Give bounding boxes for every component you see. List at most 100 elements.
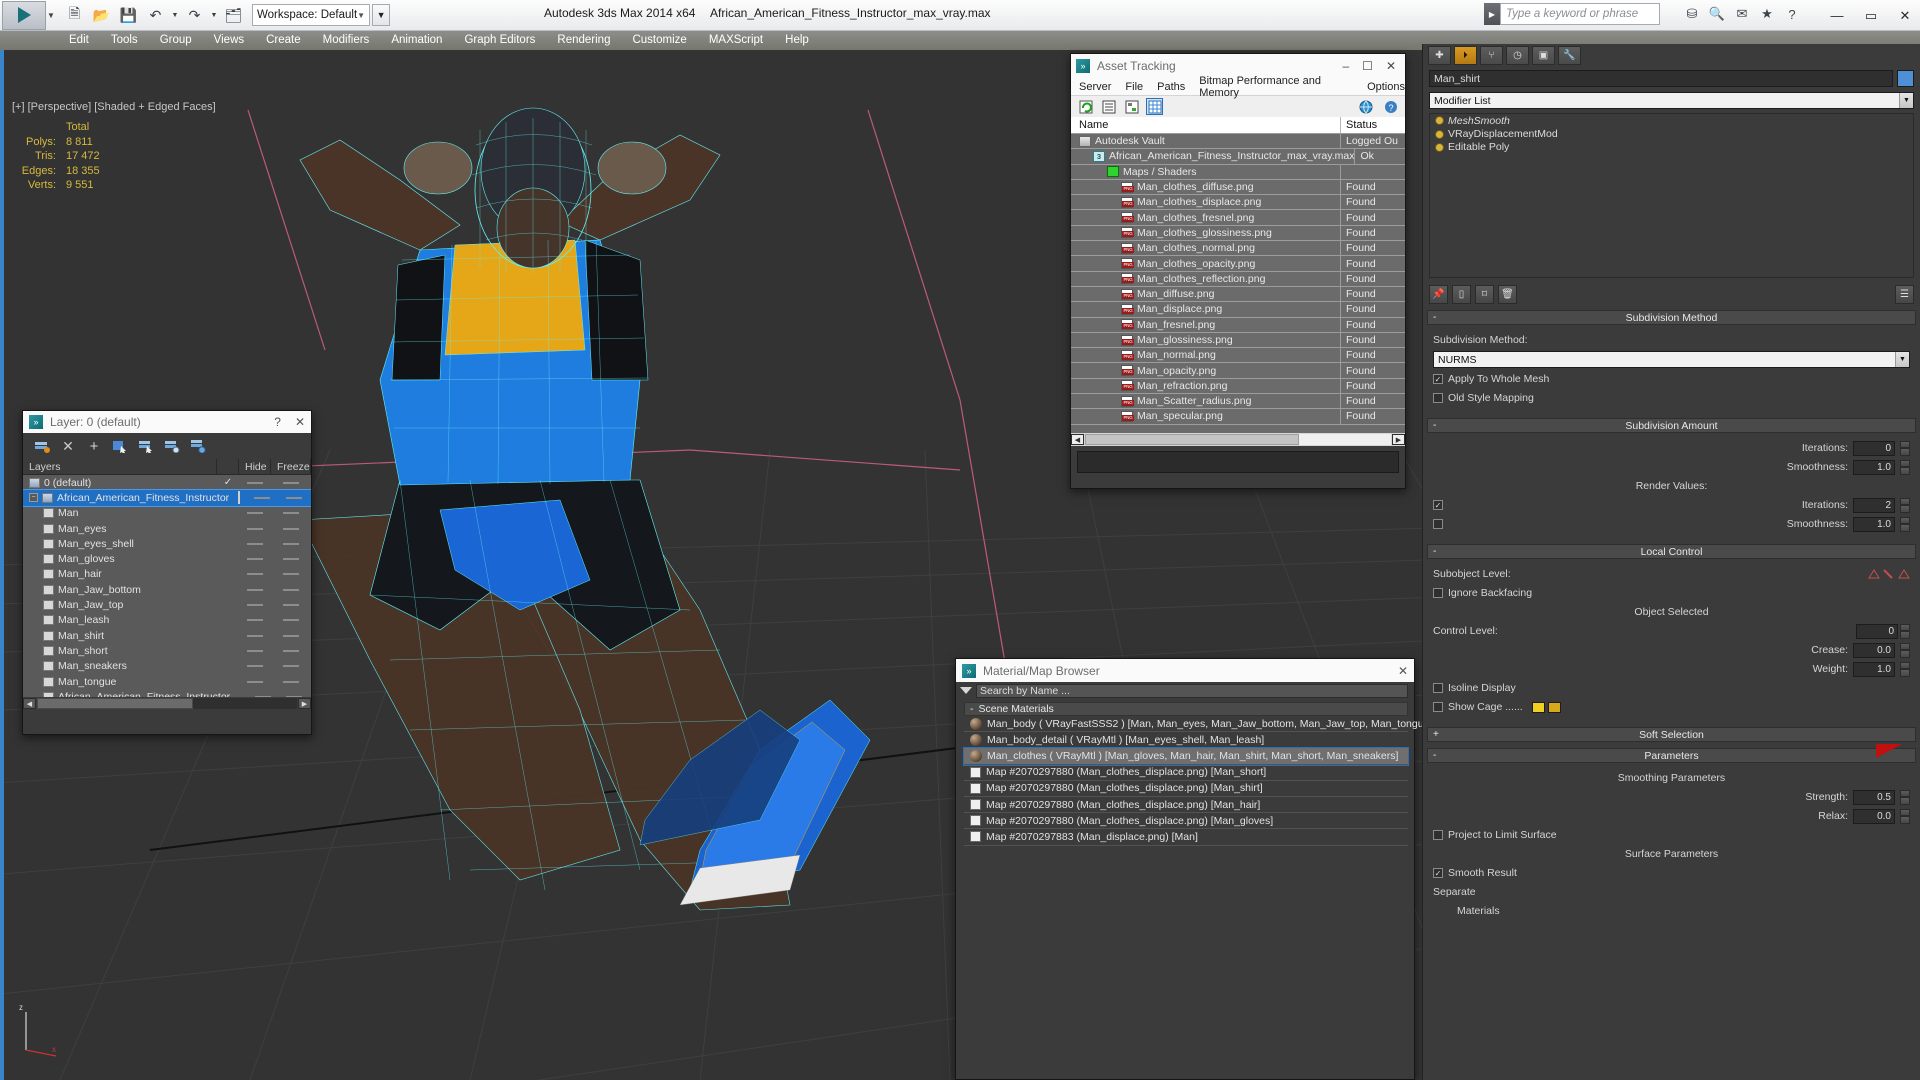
layer-row[interactable]: Man_sneakers	[23, 659, 311, 674]
chevron-down-icon[interactable]: ▼	[1895, 352, 1909, 367]
scene-materials-group[interactable]: - Scene Materials	[964, 702, 1408, 716]
asset-row[interactable]: Man_clothes_displace.png Found	[1071, 194, 1405, 211]
layer-freeze-cell[interactable]	[271, 649, 311, 652]
subdivision-method-select[interactable]: NURMS ▼	[1433, 351, 1910, 368]
rollout-toggle-icon[interactable]: +	[1433, 729, 1439, 740]
layer-freeze-cell[interactable]	[271, 588, 311, 591]
layer-row[interactable]: Man_eyes	[23, 521, 311, 536]
close-button[interactable]: ✕	[1896, 8, 1914, 24]
material-row[interactable]: Map #2070297880 (Man_clothes_displace.pn…	[964, 781, 1408, 797]
layer-freeze-cell[interactable]	[271, 665, 311, 668]
filter-dropdown-icon[interactable]	[960, 687, 972, 694]
layer-hide-cell[interactable]	[239, 542, 271, 545]
crease-value[interactable]: 0.0	[1853, 642, 1895, 658]
menu-help[interactable]: Help	[774, 31, 820, 50]
layer-row[interactable]: Man_short	[23, 643, 311, 658]
layer-freeze-cell[interactable]	[271, 680, 311, 683]
tab-utilities[interactable]: 🔧	[1558, 45, 1581, 65]
workspace-selector[interactable]: Workspace: Default ▼	[252, 4, 371, 26]
rollout-soft-selection-header[interactable]: + Soft Selection	[1427, 727, 1916, 742]
rollout-local-control-header[interactable]: - Local Control	[1427, 544, 1916, 559]
group-collapse-icon[interactable]: -	[970, 703, 974, 715]
layer-row[interactable]: Man_eyes_shell	[23, 536, 311, 551]
material-row[interactable]: Man_body_detail ( VRayMtl ) [Man_eyes_sh…	[964, 732, 1408, 749]
menu-edit[interactable]: Edit	[58, 31, 100, 50]
layer-row[interactable]: Man_tongue	[23, 674, 311, 689]
asset-menu-bitmap[interactable]: Bitmap Performance and Memory	[1199, 75, 1353, 99]
app-logo-button[interactable]	[2, 0, 46, 30]
asset-row[interactable]: Man_displace.png Found	[1071, 301, 1405, 318]
redo-dropdown-icon[interactable]: ▼	[209, 3, 219, 28]
layer-active-cell[interactable]: ✓	[217, 477, 239, 488]
asset-row[interactable]: 3 African_American_Fitness_Instructor_max…	[1071, 148, 1405, 165]
rollout-subdivision-amount-header[interactable]: - Subdivision Amount	[1427, 418, 1916, 433]
layer-row[interactable]: − African_American_Fitness_Instructor	[23, 489, 311, 507]
asset-maximize-button[interactable]: ☐	[1362, 59, 1373, 73]
material-browser-titlebar[interactable]: Material/Map Browser ✕	[956, 659, 1414, 682]
asset-path-field[interactable]	[1077, 451, 1399, 473]
maximize-button[interactable]: ▭	[1862, 8, 1880, 24]
minimize-button[interactable]: ―	[1828, 8, 1846, 23]
modifier-enable-icon[interactable]	[1435, 129, 1444, 139]
material-search-row[interactable]: Search by Name ...	[956, 682, 1414, 699]
workspace-dropdown-button[interactable]: ▼	[372, 4, 391, 26]
infocenter-search[interactable]: ▶ Type a keyword or phrase	[1484, 3, 1660, 25]
layer-freeze-cell[interactable]	[277, 695, 311, 697]
layer-list[interactable]: 0 (default) ✓ − African_American_Fitness_In…	[23, 475, 311, 697]
asset-row[interactable]: Autodesk Vault Logged Ou	[1071, 134, 1405, 150]
show-cage-checkbox[interactable]	[1433, 702, 1443, 712]
render-smoothness-checkbox[interactable]	[1433, 519, 1443, 529]
delete-layer-icon[interactable]: ✕	[59, 437, 77, 455]
layer-manager-dialog[interactable]: Layer: 0 (default) ? ✕ ✕ + Layers Hide	[22, 410, 312, 735]
select-highlighted-layer-icon[interactable]	[137, 437, 155, 455]
modifier-stack[interactable]: MeshSmooth VRayDisplacementMod Editable Po…	[1429, 113, 1914, 278]
control-level-value[interactable]: 0	[1856, 623, 1898, 639]
strength-spinner[interactable]	[1900, 789, 1910, 805]
weight-value[interactable]: 1.0	[1853, 661, 1895, 677]
layer-row[interactable]: Man_shirt	[23, 628, 311, 643]
refresh-icon[interactable]	[1077, 98, 1094, 115]
menu-maxscript[interactable]: MAXScript	[698, 31, 774, 50]
menu-graph-editors[interactable]: Graph Editors	[453, 31, 546, 50]
undo-dropdown-icon[interactable]: ▼	[170, 3, 180, 28]
render-smoothness-spinner[interactable]	[1900, 516, 1910, 532]
asset-row[interactable]: Man_diffuse.png Found	[1071, 286, 1405, 303]
make-unique-icon[interactable]: ⌑	[1475, 284, 1494, 304]
smoothness-value[interactable]: 1.0	[1853, 459, 1895, 475]
layer-row[interactable]: Man	[23, 506, 311, 521]
layer-hscrollbar[interactable]: ◀ ▶	[23, 697, 311, 710]
asset-scroll-track[interactable]	[1085, 434, 1391, 445]
dependency-view-icon[interactable]	[1123, 98, 1140, 115]
layer-hide-cell[interactable]	[248, 496, 276, 499]
menu-rendering[interactable]: Rendering	[546, 31, 621, 50]
layer-hide-cell[interactable]	[239, 527, 271, 530]
undo-icon[interactable]: ↶	[143, 3, 168, 28]
material-row[interactable]: Man_clothes ( VRayMtl ) [Man_gloves, Man…	[963, 747, 1409, 766]
material-row[interactable]: Man_body ( VRayFastSSS2 ) [Man, Man_eyes…	[964, 716, 1432, 733]
layer-hide-cell[interactable]	[239, 588, 271, 591]
favorites-star-icon[interactable]: ★	[1757, 4, 1777, 24]
iterations-spinner[interactable]	[1900, 440, 1910, 456]
asset-row[interactable]: Man_clothes_glossiness.png Found	[1071, 225, 1405, 242]
redo-icon[interactable]: ↷	[182, 3, 207, 28]
modifier-stack-row[interactable]: MeshSmooth	[1430, 114, 1913, 127]
layer-scroll-left-icon[interactable]: ◀	[23, 698, 36, 709]
menu-tools[interactable]: Tools	[100, 31, 149, 50]
material-row[interactable]: Map #2070297883 (Man_displace.png) [Man]	[964, 829, 1408, 846]
layer-row[interactable]: Man_Jaw_top	[23, 597, 311, 612]
pin-stack-icon[interactable]: 📌	[1429, 284, 1448, 304]
list-view-icon[interactable]	[1100, 98, 1117, 115]
layer-scroll-track[interactable]	[37, 698, 297, 709]
layer-freeze-cell[interactable]	[271, 573, 311, 576]
menu-create[interactable]: Create	[255, 31, 312, 50]
layer-dialog-titlebar[interactable]: Layer: 0 (default) ? ✕	[23, 411, 311, 433]
sign-in-icon[interactable]: ⛁	[1682, 4, 1702, 24]
layer-freeze-cell[interactable]	[276, 496, 311, 499]
layer-hide-cell[interactable]	[239, 665, 271, 668]
object-name-field[interactable]: Man_shirt	[1429, 70, 1893, 87]
apply-to-whole-mesh-checkbox[interactable]	[1433, 374, 1443, 384]
rollout-toggle-icon[interactable]: -	[1433, 420, 1436, 431]
layer-dialog-close-button[interactable]: ✕	[295, 415, 305, 429]
asset-col-name[interactable]: Name	[1071, 117, 1341, 133]
rollout-toggle-icon[interactable]: -	[1433, 546, 1436, 557]
